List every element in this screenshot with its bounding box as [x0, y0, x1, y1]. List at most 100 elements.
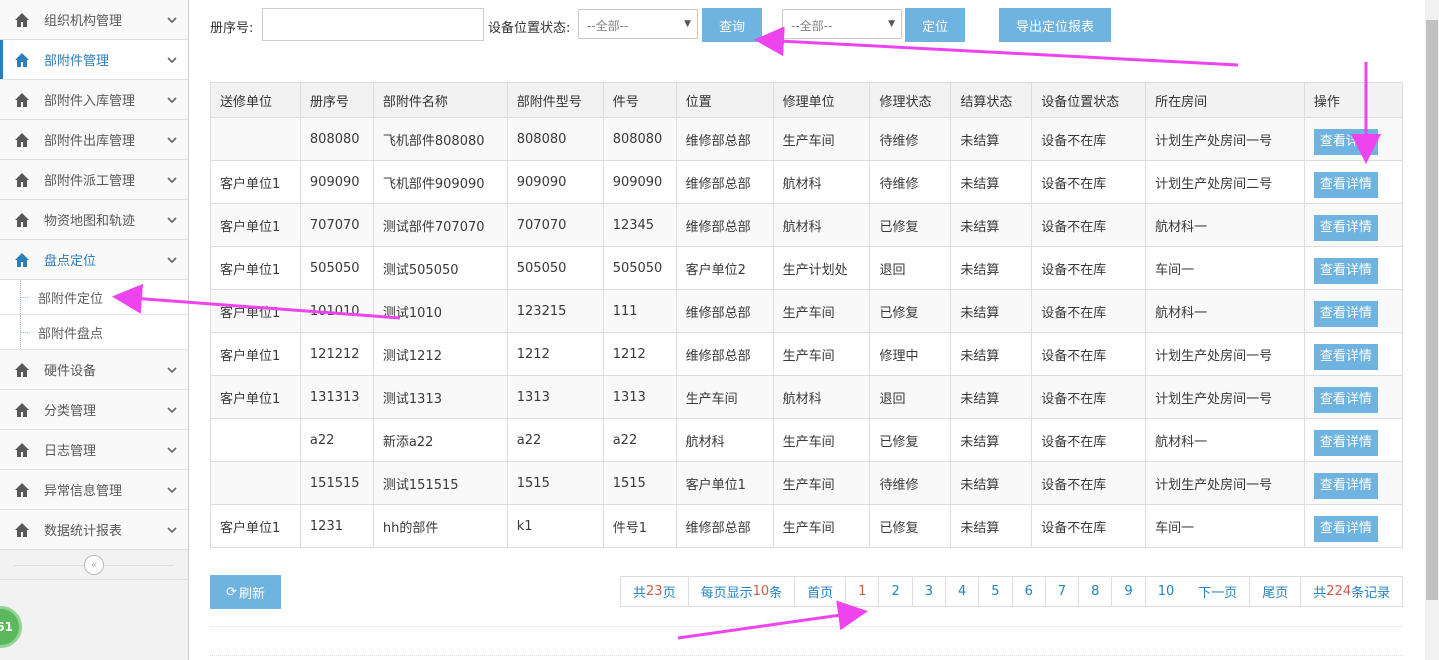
- total-records-value: 224: [1326, 584, 1352, 599]
- sidebar-item[interactable]: 分类管理: [0, 390, 188, 430]
- table-cell: 未结算: [950, 504, 1033, 548]
- sidebar-item[interactable]: 盘点定位: [0, 240, 188, 280]
- view-detail-button[interactable]: 查看详情: [1313, 473, 1378, 499]
- table-cell: 计划生产处房间一号: [1145, 461, 1305, 505]
- page-link[interactable]: 4: [946, 577, 980, 606]
- register-input[interactable]: [262, 8, 484, 41]
- sidebar-item[interactable]: 部附件派工管理: [0, 160, 188, 200]
- sidebar-collapse-button[interactable]: «: [84, 554, 104, 575]
- home-icon: [14, 172, 30, 188]
- home-icon: [14, 362, 30, 378]
- last-page-link[interactable]: 尾页: [1250, 577, 1302, 606]
- sidebar-item[interactable]: 部附件入库管理: [0, 80, 188, 120]
- sidebar-item[interactable]: 异常信息管理: [0, 470, 188, 510]
- table-cell: 航材科一: [1145, 418, 1305, 462]
- chevron-down-icon: [166, 524, 178, 536]
- sidebar-item[interactable]: 数据统计报表: [0, 510, 188, 550]
- refresh-button[interactable]: ⟳ 刷新: [210, 575, 281, 609]
- sidebar-item[interactable]: 部附件管理: [0, 40, 188, 80]
- view-detail-button[interactable]: 查看详情: [1313, 387, 1378, 413]
- table-cell: 件号1: [602, 504, 677, 548]
- view-detail-button[interactable]: 查看详情: [1313, 129, 1378, 155]
- page-link[interactable]: 5: [979, 577, 1013, 606]
- table-cell: 151515: [299, 461, 374, 505]
- export-report-button[interactable]: 导出定位报表: [999, 8, 1111, 42]
- table-cell: 909090: [506, 160, 604, 204]
- query-button[interactable]: 查询: [702, 8, 762, 42]
- table-cell: 121212: [299, 332, 374, 376]
- table-cell: 待维修: [869, 117, 952, 161]
- page-link[interactable]: 2: [879, 577, 913, 606]
- table-cell-actions: 查看详情: [1303, 332, 1404, 376]
- view-detail-button[interactable]: 查看详情: [1313, 172, 1378, 198]
- table-cell: [210, 418, 301, 462]
- table-cell: 111: [602, 289, 677, 333]
- table-cell: 退回: [869, 375, 952, 419]
- chevron-down-icon: [166, 404, 178, 416]
- sidebar-subitem[interactable]: 部附件定位: [0, 280, 188, 315]
- table-cell: 客户单位1: [210, 332, 301, 376]
- view-detail-button[interactable]: 查看详情: [1313, 258, 1378, 284]
- sidebar-item[interactable]: 部附件出库管理: [0, 120, 188, 160]
- table-cell: 707070: [299, 203, 374, 247]
- table-cell: 909090: [602, 160, 677, 204]
- column-header: 结算状态: [950, 82, 1033, 118]
- column-header: 部附件名称: [372, 82, 508, 118]
- column-header: 部附件型号: [506, 82, 604, 118]
- page-link[interactable]: 9: [1112, 577, 1146, 606]
- table-cell: 测试1212: [372, 332, 508, 376]
- table-cell: 航材科: [675, 418, 774, 462]
- table-cell: 航材科一: [1145, 203, 1305, 247]
- table-cell: 生产车间: [675, 375, 774, 419]
- status-select[interactable]: --全部-- ▼: [578, 9, 698, 39]
- table-cell: 客户单位1: [210, 289, 301, 333]
- sidebar-item[interactable]: 物资地图和轨迹: [0, 200, 188, 240]
- table-cell-actions: 查看详情: [1303, 375, 1404, 419]
- vertical-scrollbar[interactable]: [1425, 0, 1439, 660]
- page-link[interactable]: 10: [1146, 577, 1187, 606]
- table-cell: 客户单位2: [675, 246, 774, 290]
- table-cell: 客户单位1: [210, 504, 301, 548]
- parts-table: 送修单位 册序号 部附件名称 部附件型号 件号 位置 修理单位 修理状态 结算状态 设备位置状态所…: [210, 82, 1404, 548]
- page-link[interactable]: 1: [846, 577, 880, 606]
- view-detail-button[interactable]: 查看详情: [1313, 215, 1378, 241]
- page-link[interactable]: 7: [1046, 577, 1080, 606]
- sidebar-item-label: 异常信息管理: [44, 484, 123, 499]
- column-header: 设备位置状态: [1031, 82, 1147, 118]
- sidebar-item[interactable]: 硬件设备: [0, 350, 188, 390]
- chevron-down-icon: [166, 134, 178, 146]
- locate-select[interactable]: --全部-- ▼: [782, 9, 902, 39]
- next-page-link[interactable]: 下一页: [1186, 577, 1251, 606]
- page-link[interactable]: 3: [913, 577, 947, 606]
- page-link[interactable]: 8: [1079, 577, 1113, 606]
- table-cell: 505050: [506, 246, 604, 290]
- table-cell-actions: 查看详情: [1303, 117, 1404, 161]
- sidebar-item[interactable]: 组织机构管理: [0, 0, 188, 40]
- table-cell: 生产计划处: [772, 246, 871, 290]
- status-badge[interactable]: 61: [0, 606, 22, 648]
- page-link[interactable]: 6: [1013, 577, 1046, 606]
- column-header: 所在房间: [1145, 82, 1305, 118]
- view-detail-button[interactable]: 查看详情: [1313, 430, 1378, 456]
- home-icon: [14, 522, 30, 538]
- table-cell: 未结算: [950, 375, 1033, 419]
- table-row: 客户单位1 505050 测试505050 505050 505050 客户单位2 生产计划…: [210, 246, 1404, 290]
- sidebar-item[interactable]: 日志管理: [0, 430, 188, 470]
- column-header: 册序号: [299, 82, 374, 118]
- view-detail-button[interactable]: 查看详情: [1313, 344, 1378, 370]
- view-detail-button[interactable]: 查看详情: [1313, 301, 1378, 327]
- register-label: 册序号:: [210, 21, 254, 36]
- locate-button[interactable]: 定位: [905, 8, 965, 42]
- table-cell: a22: [506, 418, 604, 462]
- home-icon: [14, 52, 30, 68]
- home-icon: [14, 132, 30, 148]
- table-cell: 新添a22: [372, 418, 508, 462]
- table-cell: 航材科: [772, 160, 871, 204]
- scrollbar-thumb[interactable]: [1426, 20, 1438, 600]
- per-page-value: 10: [752, 584, 770, 599]
- view-detail-button[interactable]: 查看详情: [1313, 516, 1378, 542]
- first-page-link[interactable]: 首页: [795, 577, 847, 606]
- table-cell-actions: 查看详情: [1303, 246, 1404, 290]
- table-cell: 505050: [299, 246, 374, 290]
- sidebar-subitem[interactable]: 部附件盘点: [0, 315, 188, 350]
